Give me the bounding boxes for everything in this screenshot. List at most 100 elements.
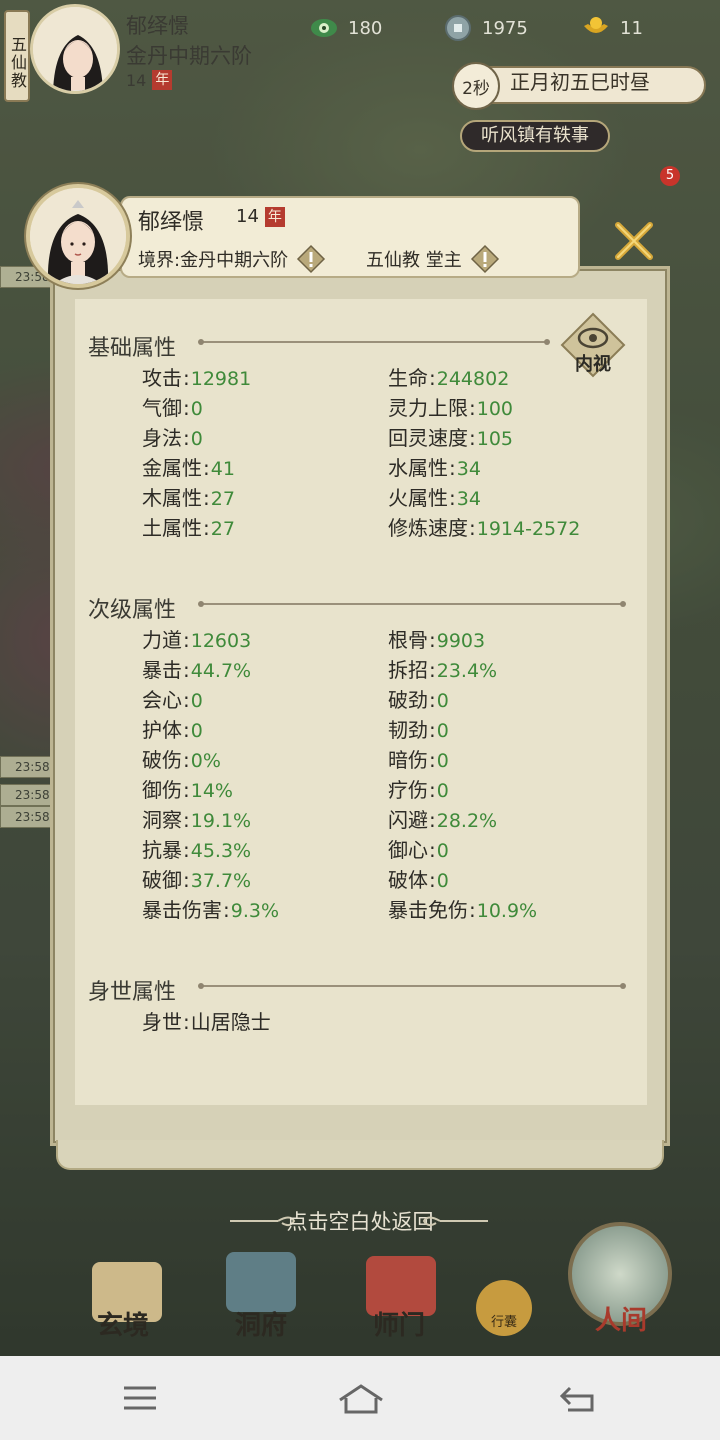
attribute-colon: : xyxy=(203,516,210,540)
player-avatar[interactable] xyxy=(30,4,120,94)
side-timer: 23:58 xyxy=(0,784,54,806)
nav-renjian[interactable]: 人间 xyxy=(576,1300,666,1337)
resource-coin[interactable]: 1975 xyxy=(444,14,528,42)
attribute-value: 27 xyxy=(210,518,235,540)
attribute-colon: : xyxy=(429,366,436,390)
attribute-colon: : xyxy=(429,718,436,742)
resource-ingot[interactable]: 11 xyxy=(582,14,643,42)
attribute-row: 回灵速度:105 xyxy=(388,422,513,451)
attribute-row: 生命:244802 xyxy=(388,362,509,391)
attribute-label: 暴击伤害 xyxy=(142,898,222,922)
time-speed-button[interactable]: 2秒 xyxy=(452,62,500,110)
attribute-label: 回灵速度 xyxy=(388,426,468,450)
attribute-row: 护体:0 xyxy=(142,714,203,743)
attribute-value: 1914-2572 xyxy=(476,518,581,540)
resource-spirit[interactable]: 180 xyxy=(310,14,382,42)
attribute-colon: : xyxy=(469,898,476,922)
attribute-value: 105 xyxy=(476,428,514,450)
rumor-button[interactable]: 听风镇有轶事 xyxy=(460,120,610,152)
realm-info-icon[interactable] xyxy=(296,244,326,274)
side-timer: 23:58 xyxy=(0,756,54,778)
attribute-label: 攻击 xyxy=(142,366,182,390)
close-button[interactable] xyxy=(606,214,662,268)
attribute-label: 木属性 xyxy=(142,486,202,510)
nav-shimen[interactable]: 师门 xyxy=(354,1305,444,1342)
attribute-label: 水属性 xyxy=(388,456,448,480)
realm-label: 境界:金丹中期六阶 xyxy=(138,250,289,271)
attribute-colon: : xyxy=(183,366,190,390)
nav-dongfu[interactable]: 洞府 xyxy=(216,1305,306,1342)
attribute-label: 暴击 xyxy=(142,658,182,682)
attribute-row: 根骨:9903 xyxy=(388,624,485,653)
section-divider xyxy=(198,983,626,989)
attribute-value: 244802 xyxy=(436,368,510,390)
attribute-label: 拆招 xyxy=(388,658,428,682)
attribute-value: 14% xyxy=(190,780,233,802)
attribute-label: 土属性 xyxy=(142,516,202,540)
attribute-value: 0 xyxy=(436,840,449,862)
attribute-colon: : xyxy=(183,1010,190,1034)
basic-attributes-title: 基础属性 xyxy=(88,336,177,361)
attribute-row: 灵力上限:100 xyxy=(388,392,513,421)
gold-ingot-icon xyxy=(584,17,608,33)
attribute-value: 0 xyxy=(436,720,449,742)
inner-view-label: 内视 xyxy=(575,354,611,375)
attribute-label: 暴击免伤 xyxy=(388,898,468,922)
attribute-label: 闪避 xyxy=(388,808,428,832)
sect-tag[interactable]: 五仙教 xyxy=(4,10,30,102)
attribute-colon: : xyxy=(203,456,210,480)
home-icon[interactable] xyxy=(336,1378,386,1418)
age-value: 14 xyxy=(236,206,259,227)
attribute-row: 暴击免伤:10.9% xyxy=(388,894,537,923)
attribute-row: 身世: 山居隐士 xyxy=(142,1006,271,1035)
attribute-colon: : xyxy=(449,456,456,480)
attribute-row: 木属性:27 xyxy=(142,482,235,511)
panel-scroll-bottom xyxy=(56,1140,664,1170)
attribute-row: 疗伤:0 xyxy=(388,774,449,803)
attribute-value: 23.4% xyxy=(436,660,498,682)
attribute-row: 御心:0 xyxy=(388,834,449,863)
attribute-row: 攻击:12981 xyxy=(142,362,251,391)
bag-button[interactable]: 行囊 xyxy=(476,1280,532,1336)
attribute-label: 抗暴 xyxy=(142,838,182,862)
attribute-row: 洞察:19.1% xyxy=(142,804,251,833)
sect-info-icon[interactable] xyxy=(470,244,500,274)
attribute-row: 气御:0 xyxy=(142,392,203,421)
background-attributes-title: 身世属性 xyxy=(88,980,177,1005)
attribute-label: 气御 xyxy=(142,396,182,420)
attribute-value: 45.3% xyxy=(190,840,252,862)
spirit-eye-icon xyxy=(311,19,337,37)
attribute-colon: : xyxy=(429,748,436,772)
attribute-colon: : xyxy=(429,658,436,682)
attribute-value: 12981 xyxy=(190,368,252,390)
attribute-label: 生命 xyxy=(388,366,428,390)
attribute-value: 100 xyxy=(476,398,514,420)
attribute-row: 暴击伤害:9.3% xyxy=(142,894,279,923)
pavilion-icon xyxy=(226,1252,296,1312)
year-badge: 年 xyxy=(152,70,173,90)
attribute-colon: : xyxy=(429,808,436,832)
attribute-label: 韧劲 xyxy=(388,718,428,742)
attribute-value: 19.1% xyxy=(190,810,252,832)
attribute-colon: : xyxy=(429,778,436,802)
attribute-value: 12603 xyxy=(190,630,252,652)
character-realm: 境界:金丹中期六阶 xyxy=(138,244,326,274)
back-icon[interactable] xyxy=(556,1378,600,1418)
character-portrait xyxy=(26,184,130,288)
nav-xuanjing[interactable]: 玄境 xyxy=(78,1305,168,1342)
attribute-colon: : xyxy=(183,808,190,832)
attribute-label: 火属性 xyxy=(388,486,448,510)
attribute-row: 破伤:0% xyxy=(142,744,221,773)
attribute-colon: : xyxy=(429,688,436,712)
attribute-colon: : xyxy=(469,396,476,420)
attribute-colon: : xyxy=(449,486,456,510)
attribute-value: 0 xyxy=(190,690,203,712)
attribute-label: 灵力上限 xyxy=(388,396,468,420)
attribute-row: 火属性:34 xyxy=(388,482,481,511)
attribute-colon: : xyxy=(429,628,436,652)
attribute-colon: : xyxy=(183,718,190,742)
attribute-row: 会心:0 xyxy=(142,684,203,713)
section-divider xyxy=(198,339,550,345)
game-date: 正月初五巳时昼 xyxy=(510,70,650,94)
menu-icon[interactable] xyxy=(118,1378,162,1418)
